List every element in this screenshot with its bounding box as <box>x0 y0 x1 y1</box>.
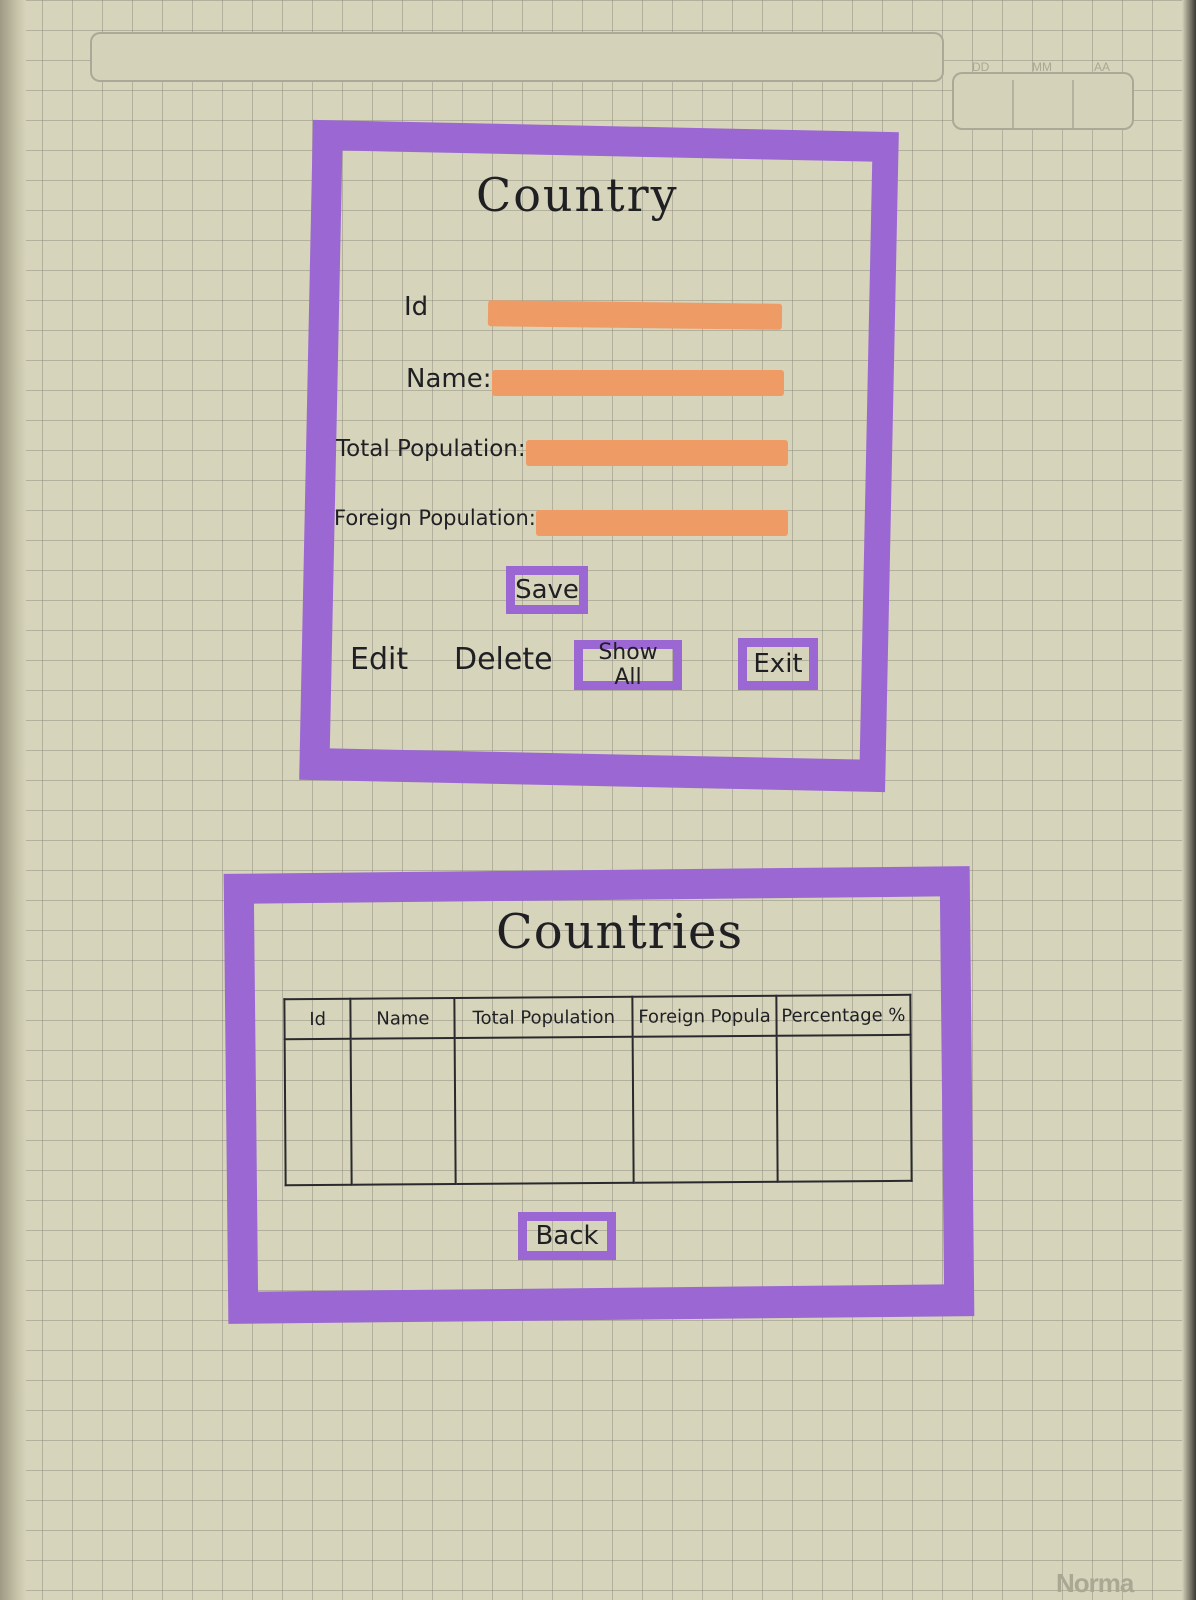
name-field-label: Name: <box>406 364 492 394</box>
date-label-day: DD <box>972 60 990 74</box>
id-field[interactable] <box>487 300 783 330</box>
back-button[interactable]: Back <box>518 1212 616 1260</box>
table-cell-foreign-population <box>632 1035 778 1183</box>
exit-button[interactable]: Exit <box>738 638 818 690</box>
countries-table: Id Name Total Population Foreign Popula … <box>283 994 912 1186</box>
show-all-button[interactable]: Show All <box>574 640 682 690</box>
name-field[interactable] <box>492 370 784 396</box>
table-header-row: Id Name Total Population Foreign Popula … <box>284 994 911 1040</box>
table-row <box>284 1034 912 1186</box>
date-divider <box>1012 80 1014 128</box>
total-population-field[interactable] <box>526 440 788 466</box>
notebook-edge <box>1182 0 1196 1600</box>
edit-button[interactable]: Edit <box>350 642 408 677</box>
foreign-population-field-label: Foreign Population: <box>334 506 536 530</box>
total-population-field-label: Total Population: <box>336 436 526 462</box>
table-cell-id <box>284 1038 353 1186</box>
column-header-id: Id <box>284 998 351 1040</box>
date-divider <box>1072 80 1074 128</box>
date-label-year: AA <box>1094 60 1111 74</box>
date-label-month: MM <box>1032 60 1052 74</box>
table-cell-total-population <box>455 1036 634 1184</box>
date-box: DD MM AA <box>952 60 1134 130</box>
countries-list-title: Countries <box>496 904 744 960</box>
column-header-percentage: Percentage % <box>776 994 911 1036</box>
table-cell-name <box>350 1037 457 1185</box>
brand-logo: Norma <box>1056 1568 1134 1598</box>
header-strip <box>90 32 944 82</box>
notebook-spine <box>0 0 26 1600</box>
foreign-population-field[interactable] <box>536 510 788 536</box>
table-cell-percentage <box>776 1034 912 1182</box>
column-header-total-population: Total Population <box>454 996 633 1038</box>
save-button[interactable]: Save <box>506 566 588 614</box>
column-header-name: Name <box>350 997 456 1039</box>
country-form-title: Country <box>476 168 679 222</box>
column-header-foreign-population: Foreign Popula <box>632 995 777 1037</box>
delete-button[interactable]: Delete <box>454 642 553 677</box>
id-field-label: Id <box>404 292 429 322</box>
